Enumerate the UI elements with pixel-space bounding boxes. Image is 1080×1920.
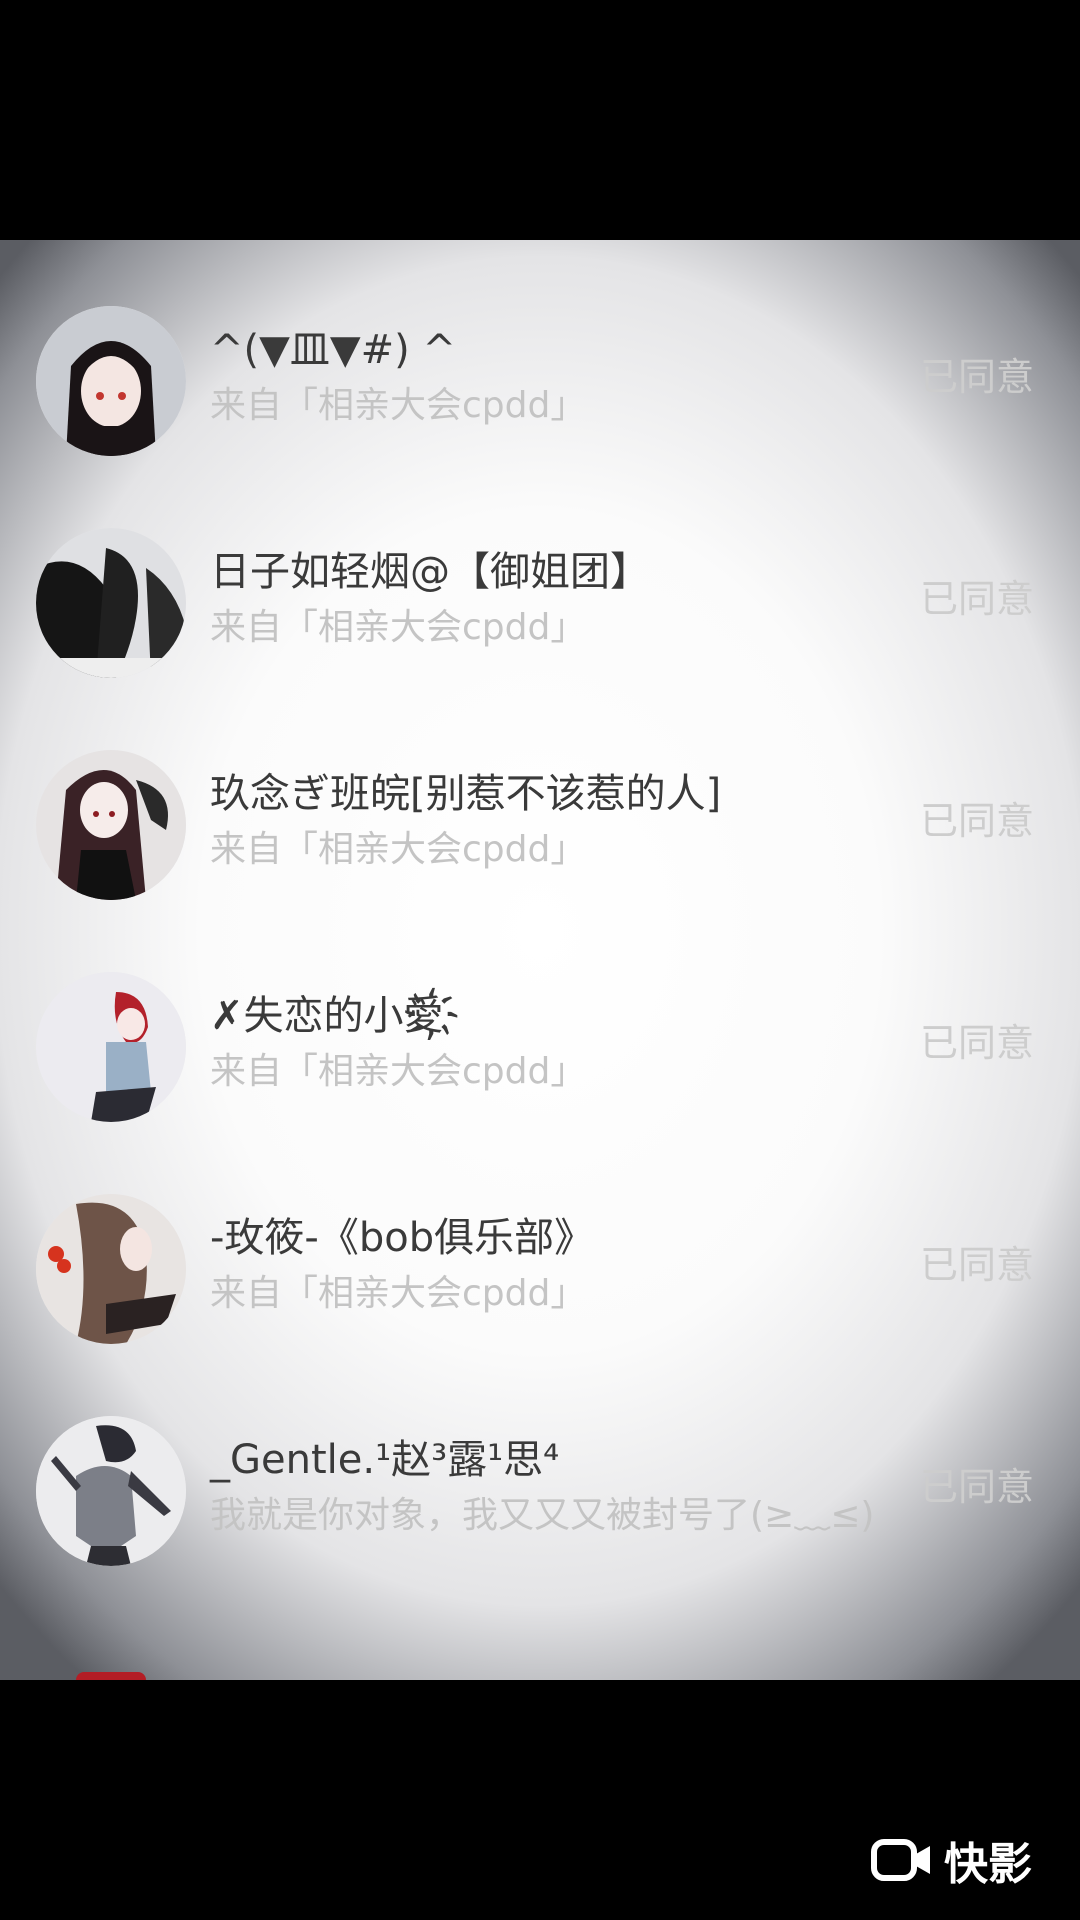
kuaiying-camera-icon — [871, 1839, 930, 1881]
avatar[interactable] — [36, 1194, 186, 1344]
avatar[interactable] — [36, 528, 186, 678]
request-name: ✗失恋的小愛҉ — [210, 993, 461, 1039]
kuaiying-watermark: 快影 — [870, 1832, 1032, 1890]
friend-request-row[interactable]: _Gentle.¹赵³露¹思⁴ 我就是你对象，我又又又被封号了(≥﹏≤) 已同意 — [0, 1416, 1080, 1596]
avatar[interactable] — [36, 972, 186, 1122]
request-name: ^(▼皿▼#) ^ — [210, 327, 456, 373]
friend-request-row[interactable]: -玫筱-《bob俱乐部》 来自「相亲大会cpdd」 已同意 — [0, 1194, 1080, 1374]
request-name: 日子如轻烟@【御姐团】 — [210, 549, 650, 595]
friend-request-row[interactable]: 日子如轻烟@【御姐团】 来自「相亲大会cpdd」 已同意 — [0, 528, 1080, 708]
request-source: 来自「相亲大会cpdd」 — [210, 1273, 587, 1314]
friend-request-row[interactable]: ✗失恋的小愛҉ 来自「相亲大会cpdd」 已同意 — [0, 972, 1080, 1152]
anime-girl-black-dress-avatar — [36, 750, 186, 900]
request-name: 玖念ぎ班皖[别惹不该惹的人] — [210, 771, 722, 817]
anime-figure-grey-avatar — [36, 1416, 186, 1566]
friend-request-row[interactable]: 玖念ぎ班皖[别惹不该惹的人] 来自「相亲大会cpdd」 已同意 — [0, 750, 1080, 930]
status-accepted: 已同意 — [920, 799, 1035, 843]
anime-girl-red-hair-avatar — [36, 972, 186, 1122]
avatar[interactable] — [36, 1416, 186, 1566]
watermark-text: 快影 — [944, 1839, 1032, 1890]
request-message: 我就是你对象，我又又又被封号了(≥﹏≤) — [210, 1495, 875, 1536]
status-accepted: 已同意 — [920, 355, 1035, 399]
dark-silhouette-avatar — [36, 528, 186, 678]
anime-girl-brown-hair-avatar — [36, 1194, 186, 1344]
avatar[interactable] — [36, 750, 186, 900]
request-source: 来自「相亲大会cpdd」 — [210, 1051, 587, 1092]
friend-request-list: ^(▼皿▼#) ^ 来自「相亲大会cpdd」 已同意 日子如轻烟@【御姐团】 来… — [0, 240, 1080, 1680]
request-source: 来自「相亲大会cpdd」 — [210, 385, 587, 426]
request-name: -玫筱-《bob俱乐部》 — [210, 1215, 595, 1261]
request-source: 来自「相亲大会cpdd」 — [210, 829, 587, 870]
request-name: _Gentle.¹赵³露¹思⁴ — [210, 1437, 560, 1483]
status-accepted: 已同意 — [920, 1465, 1035, 1509]
next-avatar-peek — [76, 1672, 146, 1680]
anime-girl-dark-hair-avatar — [36, 306, 186, 456]
status-accepted: 已同意 — [920, 1021, 1035, 1065]
request-source: 来自「相亲大会cpdd」 — [210, 607, 587, 648]
status-accepted: 已同意 — [920, 1243, 1035, 1287]
status-accepted: 已同意 — [920, 577, 1035, 621]
avatar[interactable] — [36, 306, 186, 456]
friend-request-row[interactable]: ^(▼皿▼#) ^ 来自「相亲大会cpdd」 已同意 — [0, 306, 1080, 486]
